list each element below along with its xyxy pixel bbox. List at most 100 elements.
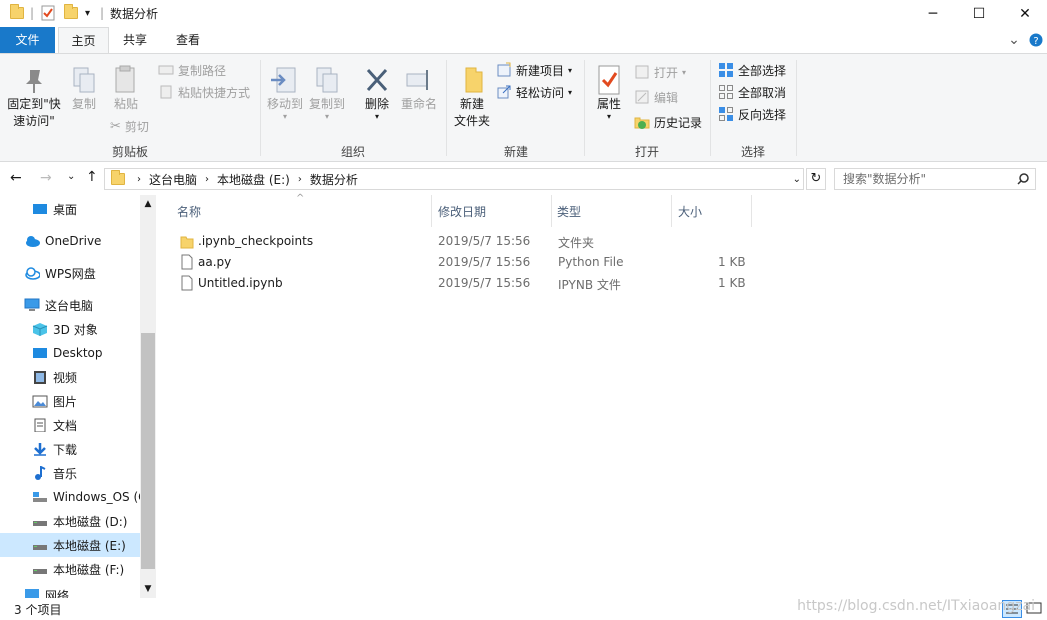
breadcrumb-chevron-icon[interactable]: › (205, 174, 209, 185)
folder-icon (10, 4, 24, 22)
paste-shortcut-icon (160, 85, 172, 99)
copy-path-button[interactable]: 复制路径 (158, 60, 226, 80)
breadcrumb-chevron-icon[interactable]: › (298, 174, 302, 185)
customize-quick-access-icon[interactable]: ▾ (85, 4, 90, 22)
file-type: IPYNB 文件 (558, 278, 621, 292)
scroll-down-icon[interactable]: ▼ (140, 584, 156, 594)
properties-button[interactable]: 属性 ▾ (590, 64, 628, 121)
easy-access-icon (497, 85, 511, 99)
file-row[interactable]: aa.py 2019/5/7 15:56 Python File 1 KB (156, 252, 1046, 273)
breadcrumb-drive-e[interactable]: 本地磁盘 (E:) (217, 171, 290, 188)
minimize-button[interactable]: ─ (910, 0, 956, 27)
move-to-button[interactable]: 移动到 ▾ (265, 64, 305, 121)
copy-to-icon (316, 67, 338, 93)
scroll-up-icon[interactable]: ▲ (140, 199, 156, 209)
paste-button[interactable]: 粘贴 (106, 64, 146, 113)
collapse-ribbon-icon[interactable]: ⌄ (1005, 27, 1023, 53)
group-divider (710, 60, 711, 156)
forward-arrow-icon[interactable]: → (40, 170, 52, 186)
open-button[interactable]: 打开 ▾ (634, 62, 686, 82)
copy-path-icon (158, 65, 174, 75)
column-header-type[interactable]: 类型 (557, 205, 581, 227)
properties-icon (598, 65, 620, 95)
nav-item-drive-e[interactable]: 本地磁盘 (E:) (0, 533, 140, 557)
file-icon (180, 275, 194, 294)
nav-item-downloads[interactable]: 下载 (0, 437, 140, 461)
nav-item-onedrive[interactable]: OneDrive (0, 229, 140, 253)
back-arrow-icon[interactable]: ← (10, 170, 22, 186)
drive-icon (33, 521, 47, 526)
nav-item-wps-cloud[interactable]: WPS网盘 (0, 261, 140, 285)
edit-button[interactable]: 编辑 (634, 87, 678, 107)
new-folder-quick-icon[interactable] (64, 4, 78, 22)
search-input[interactable]: 搜索"数据分析" (834, 168, 1036, 190)
pin-label-1: 固定到"快 (7, 97, 61, 111)
nav-item-drive-f[interactable]: 本地磁盘 (F:) (0, 557, 140, 581)
tab-view[interactable]: 查看 (165, 27, 211, 53)
network-icon (25, 589, 39, 598)
invert-selection-button[interactable]: 反向选择 (718, 104, 786, 124)
breadcrumb-current-folder[interactable]: 数据分析 (310, 171, 358, 188)
select-group-label: 选择 (740, 145, 765, 159)
cut-button[interactable]: ✂ 剪切 (110, 116, 149, 136)
nav-scrollbar-thumb[interactable] (141, 333, 155, 569)
nav-item-desktop-folder[interactable]: Desktop (0, 341, 140, 365)
column-header-size[interactable]: 大小 (678, 205, 702, 227)
title-bar: | ▾ | 数据分析 ─ ☐ ✕ (0, 0, 1047, 27)
new-item-button[interactable]: 新建项目 ▾ (496, 60, 572, 80)
easy-access-button[interactable]: 轻松访问 ▾ (496, 82, 572, 102)
maximize-button[interactable]: ☐ (956, 0, 1002, 27)
ribbon: 固定到"快 速访问" 复制 粘贴 复制路径 粘贴快捷方式 ✂ 剪切 剪贴板 移动… (0, 53, 1047, 162)
breadcrumb-this-pc[interactable]: 这台电脑 (149, 171, 197, 188)
tab-share[interactable]: 共享 (112, 27, 158, 53)
delete-x-icon (366, 68, 388, 92)
column-header-modified[interactable]: 修改日期 (438, 205, 486, 227)
nav-item-drive-d[interactable]: 本地磁盘 (D:) (0, 509, 140, 533)
nav-item-this-pc[interactable]: 这台电脑 (0, 293, 140, 317)
move-to-icon (271, 67, 296, 93)
refresh-icon[interactable]: ↻ (806, 168, 826, 190)
tab-file[interactable]: 文件 (0, 27, 55, 53)
file-name: .ipynb_checkpoints (198, 234, 314, 248)
address-box[interactable]: › 这台电脑 › 本地磁盘 (E:) › 数据分析 ⌄ (104, 168, 804, 190)
nav-item-desktop[interactable]: 桌面 (0, 197, 140, 221)
breadcrumb-chevron-icon[interactable]: › (137, 174, 141, 185)
column-header-name[interactable]: 名称 (177, 205, 201, 227)
nav-item-music[interactable]: 音乐 (0, 461, 140, 485)
edit-icon (635, 90, 649, 104)
tab-home[interactable]: 主页 (58, 27, 109, 54)
column-divider[interactable] (671, 195, 672, 227)
rename-icon (406, 70, 428, 90)
copy-button[interactable]: 复制 (66, 64, 102, 113)
copy-to-button[interactable]: 复制到 ▾ (307, 64, 347, 121)
new-folder-button[interactable]: 新建 文件夹 (451, 64, 493, 130)
delete-button[interactable]: 删除 ▾ (358, 64, 396, 121)
close-button[interactable]: ✕ (1002, 0, 1047, 27)
pin-quick-access-button[interactable]: 固定到"快 速访问" (4, 64, 64, 130)
file-row[interactable]: .ipynb_checkpoints 2019/5/7 15:56 文件夹 (156, 231, 1046, 252)
address-dropdown-icon[interactable]: ⌄ (793, 174, 801, 185)
history-button[interactable]: 历史记录 (634, 112, 702, 132)
column-divider[interactable] (751, 195, 752, 227)
nav-item-pictures[interactable]: 图片 (0, 389, 140, 413)
paste-shortcut-button[interactable]: 粘贴快捷方式 (158, 82, 250, 102)
column-divider[interactable] (551, 195, 552, 227)
help-icon[interactable]: ? (1028, 27, 1044, 53)
pin-label-2: 速访问" (13, 114, 55, 128)
select-all-button[interactable]: 全部选择 (718, 60, 786, 80)
properties-quick-icon[interactable] (40, 4, 56, 22)
nav-item-documents[interactable]: 文档 (0, 413, 140, 437)
nav-item-3d-objects[interactable]: 3D 对象 (0, 317, 140, 341)
column-divider[interactable] (431, 195, 432, 227)
nav-item-drive-c[interactable]: Windows_OS (C (0, 485, 140, 509)
nav-item-videos[interactable]: 视频 (0, 365, 140, 389)
select-none-button[interactable]: 全部取消 (718, 82, 786, 102)
rename-button[interactable]: 重命名 (398, 64, 440, 113)
file-modified: 2019/5/7 15:56 (438, 234, 531, 248)
computer-icon (24, 298, 40, 311)
file-row[interactable]: Untitled.ipynb 2019/5/7 15:56 IPYNB 文件 1… (156, 273, 1046, 294)
group-divider (796, 60, 797, 156)
up-arrow-icon[interactable]: ↑ (86, 169, 98, 185)
recent-locations-chevron-icon[interactable]: ⌄ (67, 171, 75, 182)
nav-item-network[interactable]: 网络 (0, 587, 140, 598)
